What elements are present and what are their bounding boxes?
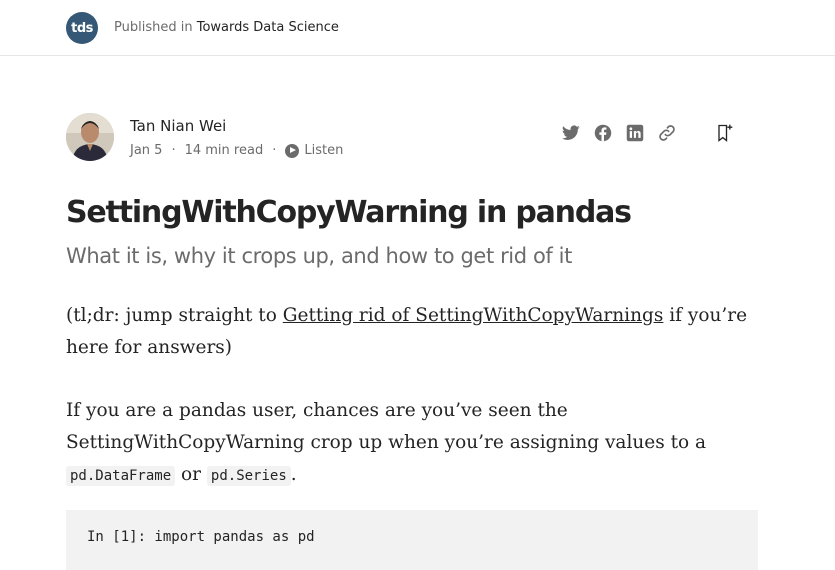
facebook-icon[interactable] xyxy=(592,122,614,144)
play-icon xyxy=(285,143,300,158)
twitter-icon[interactable] xyxy=(560,122,582,144)
listen-label: Listen xyxy=(304,143,344,158)
article-meta: Jan 5 · 14 min read · Listen xyxy=(130,143,343,158)
inline-code-dataframe: pd.DataFrame xyxy=(66,466,176,486)
paragraph-tldr: (tl;dr: jump straight to Getting rid of … xyxy=(66,300,766,364)
published-in-line: Published in Towards Data Science xyxy=(114,20,339,35)
published-in-label: Published in xyxy=(114,20,193,35)
article-subtitle: What it is, why it crops up, and how to … xyxy=(66,244,572,268)
intro-text: If you are a pandas user, chances are yo… xyxy=(66,400,707,453)
inline-code-series: pd.Series xyxy=(206,466,291,486)
top-bar: tds Published in Towards Data Science xyxy=(0,0,835,56)
linkedin-icon[interactable] xyxy=(624,122,646,144)
intro-or: or xyxy=(175,464,207,485)
article-title: SettingWithCopyWarning in pandas xyxy=(66,195,632,230)
publication-link[interactable]: Towards Data Science xyxy=(197,20,339,35)
intro-period: . xyxy=(290,464,297,485)
link-icon[interactable] xyxy=(656,122,678,144)
meta-separator: · xyxy=(272,143,277,158)
author-name[interactable]: Tan Nian Wei xyxy=(130,117,226,135)
code-block: In [1]: import pandas as pd xyxy=(66,510,758,570)
bookmark-add-icon[interactable] xyxy=(713,122,735,144)
paragraph-intro: If you are a pandas user, chances are yo… xyxy=(66,395,766,492)
publish-date: Jan 5 xyxy=(130,143,163,158)
getting-rid-link[interactable]: Getting rid of SettingWithCopyWarnings xyxy=(283,305,664,326)
meta-separator: · xyxy=(171,143,176,158)
tldr-text: (tl;dr: jump straight to xyxy=(66,305,283,326)
read-time: 14 min read xyxy=(184,143,264,158)
listen-button[interactable]: Listen xyxy=(285,143,343,158)
code-line: In [1]: import pandas as pd xyxy=(87,529,315,545)
author-avatar[interactable] xyxy=(66,113,114,161)
publication-logo[interactable]: tds xyxy=(66,12,98,44)
